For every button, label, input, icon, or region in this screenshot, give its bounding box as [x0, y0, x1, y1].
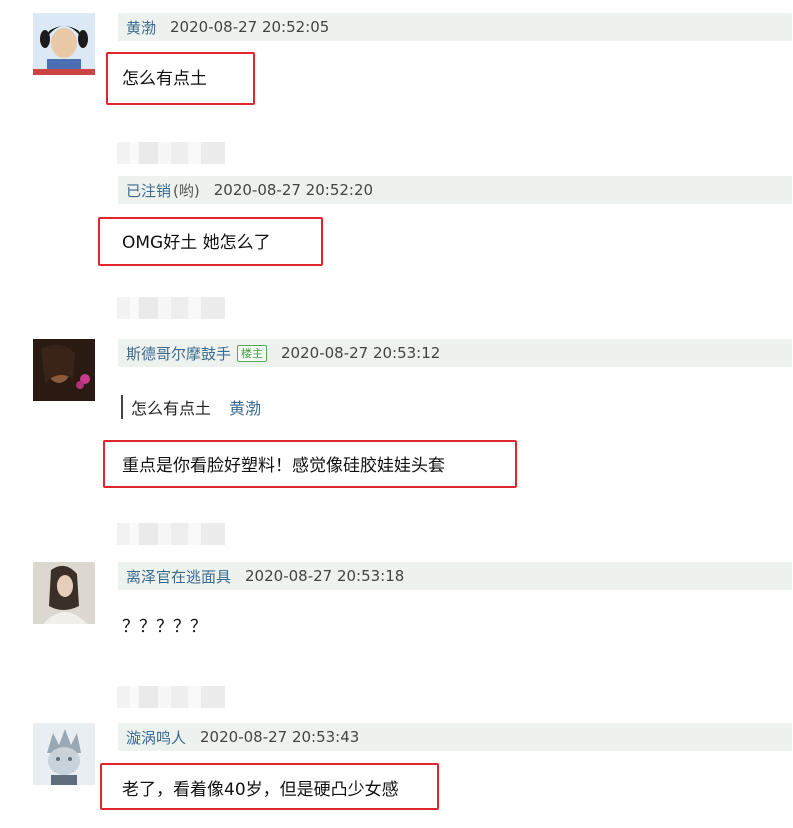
blurred-reply-link[interactable]: [117, 523, 225, 545]
red-highlight-box: [98, 217, 323, 266]
comment-header: 离泽官在逃面具 2020-08-27 20:53:18: [118, 562, 792, 590]
comment-text: ？？？？？: [122, 617, 207, 637]
comment-header: 黄渤 2020-08-27 20:52:05: [118, 13, 792, 41]
comment-header: 斯德哥尔摩鼓手 楼主 2020-08-27 20:53:12: [118, 339, 792, 367]
owner-badge: 楼主: [237, 344, 268, 362]
author-name[interactable]: 已注销: [126, 180, 171, 201]
author-name[interactable]: 离泽官在逃面具: [126, 566, 231, 587]
blurred-reply-link[interactable]: [117, 297, 225, 319]
timestamp: 2020-08-27 20:53:18: [245, 567, 405, 585]
red-highlight-box: [100, 763, 439, 810]
avatar[interactable]: [33, 562, 95, 624]
red-highlight-box: [103, 440, 517, 488]
blurred-reply-link[interactable]: [117, 142, 225, 164]
quoted-comment[interactable]: 怎么有点土 黄渤: [121, 395, 261, 419]
comment-header: 漩涡鸣人 2020-08-27 20:53:43: [118, 723, 792, 751]
blurred-reply-link[interactable]: [117, 686, 225, 708]
author-name[interactable]: 斯德哥尔摩鼓手: [126, 343, 231, 364]
red-highlight-box: [106, 52, 255, 105]
comment-header: 已注销 (哟) 2020-08-27 20:52:20: [118, 176, 792, 204]
timestamp: 2020-08-27 20:53:12: [281, 344, 441, 362]
quote-text: 怎么有点土: [131, 399, 212, 418]
avatar[interactable]: [33, 13, 95, 75]
author-name[interactable]: 漩涡鸣人: [126, 727, 186, 748]
timestamp: 2020-08-27 20:53:43: [200, 728, 360, 746]
avatar[interactable]: [33, 723, 95, 785]
avatar[interactable]: [33, 339, 95, 401]
quote-author[interactable]: 黄渤: [229, 395, 261, 419]
author-name[interactable]: 黄渤: [126, 17, 156, 38]
timestamp: 2020-08-27 20:52:20: [213, 181, 374, 199]
timestamp: 2020-08-27 20:52:05: [170, 18, 330, 36]
author-suffix: (哟): [173, 181, 200, 200]
